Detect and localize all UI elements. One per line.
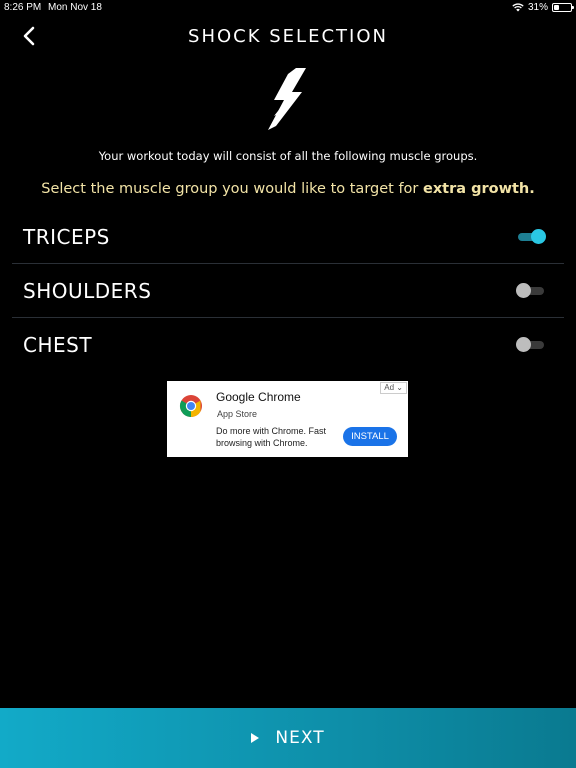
next-label: NEXT xyxy=(275,728,325,748)
wifi-icon xyxy=(512,3,524,12)
status-bar: 8:26 PM Mon Nov 18 31% xyxy=(0,0,576,16)
battery-percent: 31% xyxy=(527,2,548,13)
toggle-knob xyxy=(531,229,546,244)
toggle-knob xyxy=(516,337,531,352)
intro-text: Your workout today will consist of all t… xyxy=(98,149,478,163)
shock-selection-screen: 8:26 PM Mon Nov 18 31% SHOCK SELECTION Y… xyxy=(0,0,576,768)
muscle-label: CHEST xyxy=(23,333,93,357)
ad-source: App Store xyxy=(217,409,258,419)
toggle-knob xyxy=(516,283,531,298)
ad-badge-label: Ad xyxy=(384,383,395,392)
select-instruction-regular: Select the muscle group you would like t… xyxy=(41,181,423,197)
toggle-switch[interactable] xyxy=(516,229,546,245)
muscle-label: SHOULDERS xyxy=(23,279,152,303)
chrome-icon xyxy=(180,395,202,417)
select-instruction: Select the muscle group you would like t… xyxy=(0,181,576,197)
muscle-group-list: TRICEPS SHOULDERS CHEST xyxy=(12,210,564,372)
battery-level xyxy=(554,5,559,10)
lightning-bolt-icon xyxy=(268,68,306,130)
ad-description: Do more with Chrome. Fast browsing with … xyxy=(216,426,327,448)
ad-badge[interactable]: Ad ⌄ xyxy=(380,382,407,394)
status-time: 8:26 PM xyxy=(4,2,42,13)
toggle-switch[interactable] xyxy=(516,283,546,299)
ad-banner[interactable]: Ad ⌄ Google Chrome App Store Do more wit… xyxy=(167,381,408,457)
play-icon xyxy=(251,733,260,743)
muscle-row-chest[interactable]: CHEST xyxy=(12,318,564,372)
battery-icon xyxy=(552,3,574,12)
muscle-row-triceps[interactable]: TRICEPS xyxy=(12,210,564,264)
toggle-switch[interactable] xyxy=(516,337,546,353)
install-button[interactable]: INSTALL xyxy=(343,427,397,446)
next-button[interactable]: NEXT xyxy=(0,708,576,768)
status-indicators: 31% xyxy=(512,2,574,13)
status-date: Mon Nov 18 xyxy=(48,2,102,13)
ad-title: Google Chrome xyxy=(216,390,301,404)
select-instruction-bold: extra growth. xyxy=(423,181,535,197)
next-button-content: NEXT xyxy=(251,728,324,748)
muscle-label: TRICEPS xyxy=(23,225,110,249)
chevron-down-icon: ⌄ xyxy=(396,383,403,392)
muscle-row-shoulders[interactable]: SHOULDERS xyxy=(12,264,564,318)
page-title: SHOCK SELECTION xyxy=(188,26,388,47)
